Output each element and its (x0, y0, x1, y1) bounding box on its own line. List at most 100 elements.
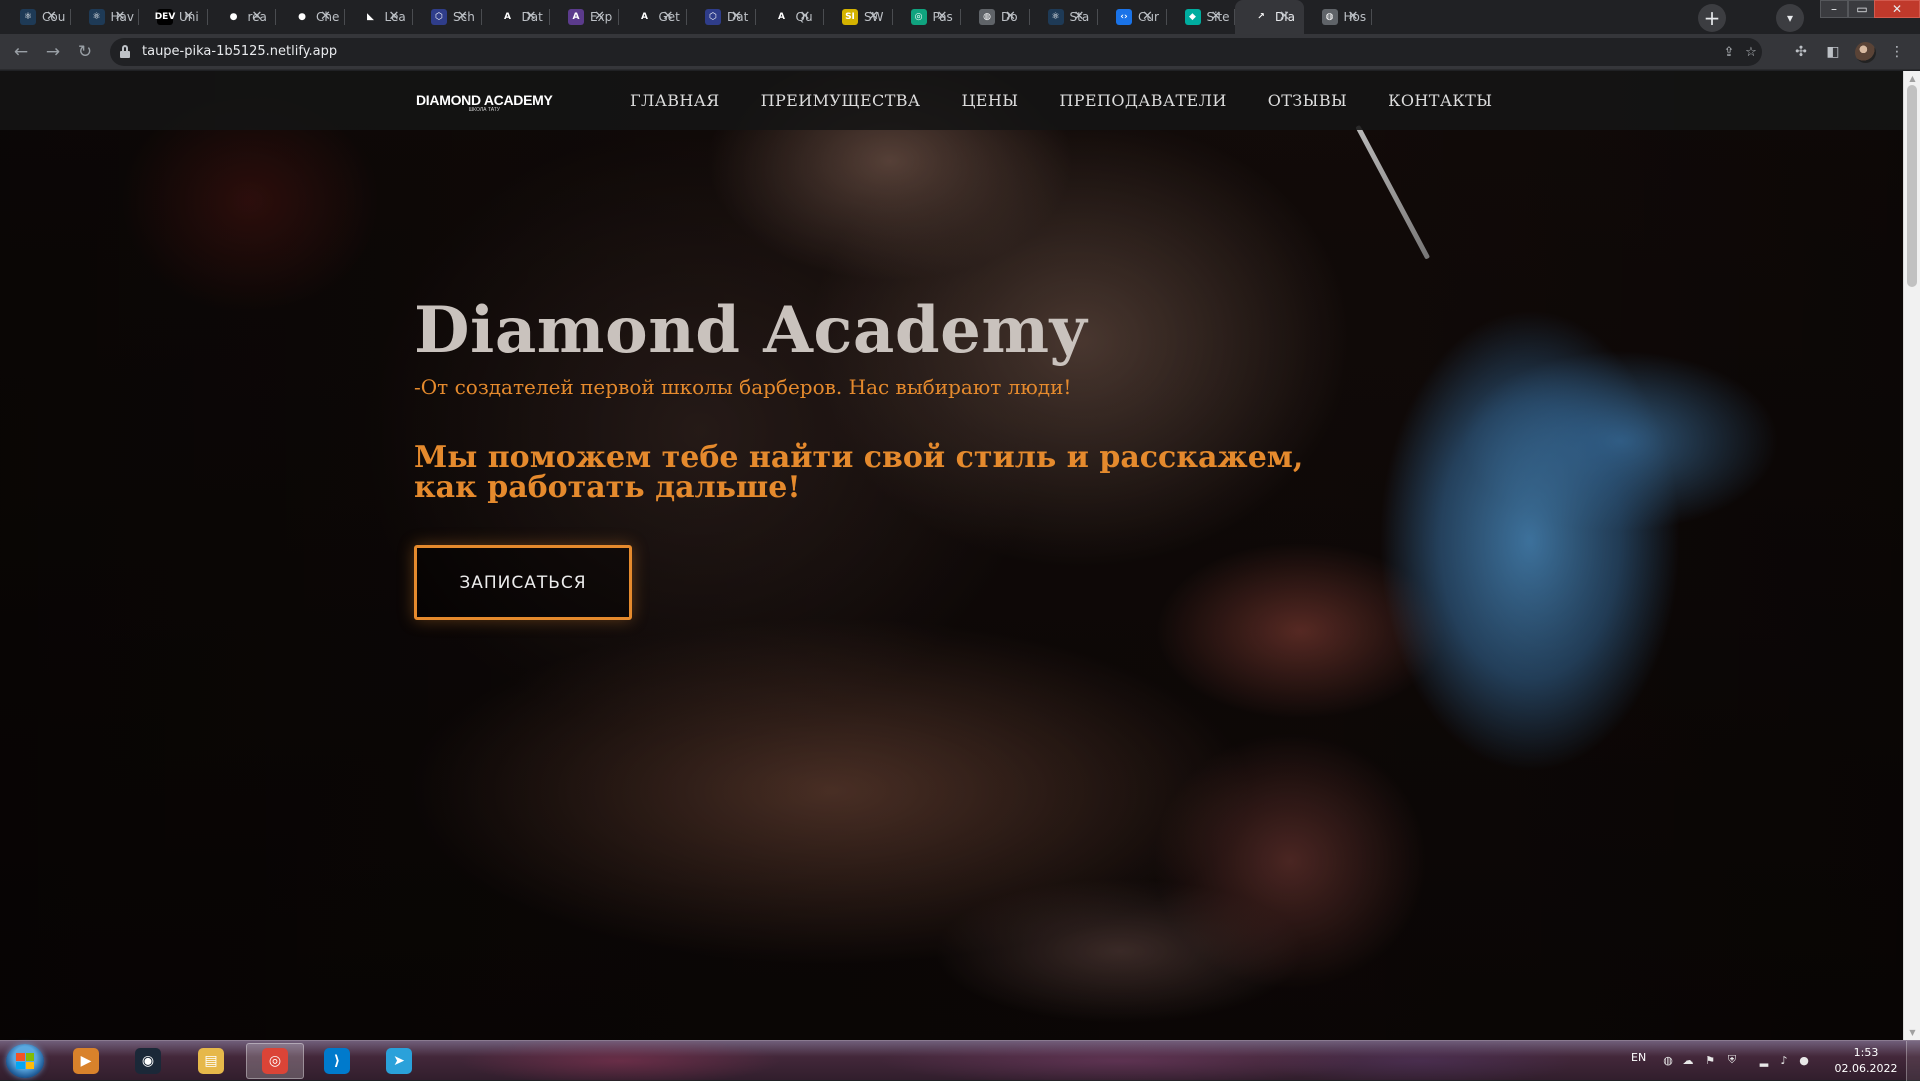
language-indicator[interactable]: EN (1631, 1051, 1646, 1064)
tab-close-icon[interactable]: ✕ (1278, 9, 1292, 24)
tab-close-icon[interactable]: ✕ (798, 9, 812, 24)
site-logo[interactable]: DIAMOND ACADEMY ШКОЛА ТАТУ (416, 93, 553, 113)
taskbar-app-button[interactable]: ◉ (119, 1043, 177, 1079)
browser-tab[interactable]: ● rea ✕ (208, 0, 276, 34)
scroll-up-arrow-icon[interactable]: ▲ (1908, 74, 1917, 83)
bookmark-star-icon[interactable]: ☆ (1742, 43, 1760, 61)
back-arrow-icon[interactable]: ← (8, 39, 34, 65)
new-tab-button[interactable]: + (1698, 4, 1726, 32)
forward-arrow-icon[interactable]: → (40, 39, 66, 65)
browser-tab[interactable]: ◎ Pas ✕ (893, 0, 961, 34)
scrollbar-thumb[interactable] (1907, 85, 1917, 287)
maximize-window-button[interactable]: ▭ (1848, 0, 1876, 18)
start-button[interactable] (6, 1044, 44, 1078)
nav-link-teachers[interactable]: ПРЕПОДАВАТЕЛИ (1059, 91, 1226, 110)
browser-tab[interactable]: ◣ Lea ✕ (345, 0, 413, 34)
telegram-icon: ➤ (386, 1048, 412, 1074)
browser-tab[interactable]: ◆ Site ✕ (1167, 0, 1235, 34)
browser-tab[interactable]: A Qu ✕ (756, 0, 824, 34)
profile-avatar[interactable] (1855, 42, 1876, 63)
url-text[interactable]: taupe-pika-1b5125.netlify.app (142, 44, 337, 59)
browser-tab[interactable]: A Exp ✕ (550, 0, 619, 34)
signal-bars-icon[interactable]: ▂ (1757, 1053, 1771, 1067)
tab-close-icon[interactable]: ✕ (935, 9, 949, 24)
volume-speaker-icon[interactable]: ♪ (1777, 1053, 1791, 1067)
file-explorer-icon: ▤ (198, 1048, 224, 1074)
taskbar-app-button[interactable]: ⟩ (308, 1043, 366, 1079)
status-green-icon[interactable]: ● (1797, 1053, 1811, 1067)
taskbar-app-button[interactable]: ▤ (182, 1043, 240, 1079)
browser-toolbar: ← → ↻ taupe-pika-1b5125.netlify.app ⇪ ☆ … (0, 34, 1920, 70)
browser-tab[interactable]: ◍ Do ✕ (961, 0, 1030, 34)
browser-tab[interactable]: ⚛ Sta ✕ (1030, 0, 1098, 34)
tab-search-chevron-icon[interactable]: ▾ (1776, 4, 1804, 32)
taskbar-app-button[interactable]: ▶ (57, 1043, 115, 1079)
tab-close-icon[interactable]: ✕ (319, 9, 333, 24)
netlify-icon: ◆ (1184, 9, 1201, 25)
tab-close-icon[interactable]: ✕ (1346, 9, 1360, 24)
browser-tab-active[interactable]: ↗ Dia ✕ (1235, 0, 1304, 34)
browser-tab[interactable]: ⚛ Cou ✕ (2, 0, 71, 34)
tab-close-icon[interactable]: ✕ (593, 9, 607, 24)
action-center-flag-icon[interactable]: ⚑ (1703, 1053, 1717, 1067)
show-desktop-button[interactable] (1906, 1041, 1920, 1081)
tab-close-icon[interactable]: ✕ (730, 9, 744, 24)
taskbar-app-button[interactable]: ◎ (246, 1043, 304, 1079)
address-bar[interactable]: taupe-pika-1b5125.netlify.app ⇪ ☆ (110, 38, 1762, 66)
reload-icon[interactable]: ↻ (72, 39, 98, 65)
browser-tab[interactable]: ⚛ Hav ✕ (71, 0, 139, 34)
hero-title: Diamond Academy (414, 293, 1088, 368)
minimize-window-button[interactable]: – (1820, 0, 1848, 18)
tab-close-icon[interactable]: ✕ (456, 9, 470, 24)
browser-tab[interactable]: A Get ✕ (619, 0, 687, 34)
github-icon: ● (294, 9, 310, 25)
browser-tab[interactable]: ⬡ Sch ✕ (413, 0, 482, 34)
nav-link-home[interactable]: ГЛАВНАЯ (630, 91, 720, 110)
nav-link-prices[interactable]: ЦЕНЫ (961, 91, 1018, 110)
browser-tab[interactable]: ● Che ✕ (276, 0, 345, 34)
tab-close-icon[interactable]: ✕ (1141, 9, 1155, 24)
tab-close-icon[interactable]: ✕ (387, 9, 401, 24)
browser-tab[interactable]: DEV Uni ✕ (139, 0, 208, 34)
tab-close-icon[interactable]: ✕ (45, 9, 59, 24)
nav-link-advantages[interactable]: ПРЕИМУЩЕСТВА (761, 91, 921, 110)
swr-icon: SI (842, 9, 858, 25)
tab-close-icon[interactable]: ✕ (867, 9, 881, 24)
tab-close-icon[interactable]: ✕ (1004, 9, 1018, 24)
tab-close-icon[interactable]: ✕ (250, 9, 264, 24)
more-menu-icon[interactable]: ⋮ (1887, 42, 1907, 62)
chrome-icon: ◎ (262, 1048, 288, 1074)
browser-tab[interactable]: ⬡ Dat ✕ (687, 0, 756, 34)
vscode-icon: ⟩ (324, 1048, 350, 1074)
lock-icon[interactable] (120, 45, 130, 58)
browser-tab[interactable]: ‹› Cur ✕ (1098, 0, 1167, 34)
side-panel-icon[interactable]: ◧ (1823, 42, 1843, 62)
tab-close-icon[interactable]: ✕ (182, 9, 196, 24)
extensions-puzzle-icon[interactable]: ✣ (1791, 42, 1811, 62)
signup-button[interactable]: ЗАПИСАТЬСЯ (414, 545, 632, 620)
tab-close-icon[interactable]: ✕ (113, 9, 127, 24)
tab-close-icon[interactable]: ✕ (1072, 9, 1086, 24)
browser-tab[interactable]: ◍ Hos ✕ (1304, 0, 1372, 34)
taskbar-app-button[interactable]: ➤ (370, 1043, 428, 1079)
react-icon: ⚛ (88, 9, 105, 25)
page-scrollbar[interactable]: ▲ ▼ (1903, 71, 1920, 1040)
scroll-down-arrow-icon[interactable]: ▼ (1908, 1028, 1917, 1037)
browser-tab[interactable]: A Dat ✕ (482, 0, 550, 34)
tab-close-icon[interactable]: ✕ (524, 9, 538, 24)
browser-tab[interactable]: SI SW ✕ (824, 0, 893, 34)
apollo-explorer-icon: A (568, 9, 584, 25)
apollo-icon: A (636, 9, 653, 25)
windows-taskbar: ▶ ◉ ▤ ◎ ⟩ ➤ EN ◍ ☁ ⚑ ⛨ ▂ ♪ ● 1:53 02.06.2022 (0, 1040, 1920, 1081)
security-shield-icon[interactable]: ⛨ (1725, 1053, 1739, 1067)
tray-app-icon[interactable]: ☁ (1681, 1053, 1695, 1067)
share-icon[interactable]: ⇪ (1720, 43, 1738, 61)
nav-link-reviews[interactable]: ОТЗЫВЫ (1268, 91, 1347, 110)
tab-close-icon[interactable]: ✕ (661, 9, 675, 24)
nav-link-contacts[interactable]: КОНТАКТЫ (1388, 91, 1492, 110)
system-clock[interactable]: 1:53 02.06.2022 (1830, 1045, 1902, 1077)
network-globe-icon[interactable]: ◍ (1661, 1053, 1675, 1067)
close-window-button[interactable]: ✕ (1874, 0, 1920, 18)
leaf-icon: ◣ (362, 9, 379, 25)
tab-close-icon[interactable]: ✕ (1209, 9, 1223, 24)
